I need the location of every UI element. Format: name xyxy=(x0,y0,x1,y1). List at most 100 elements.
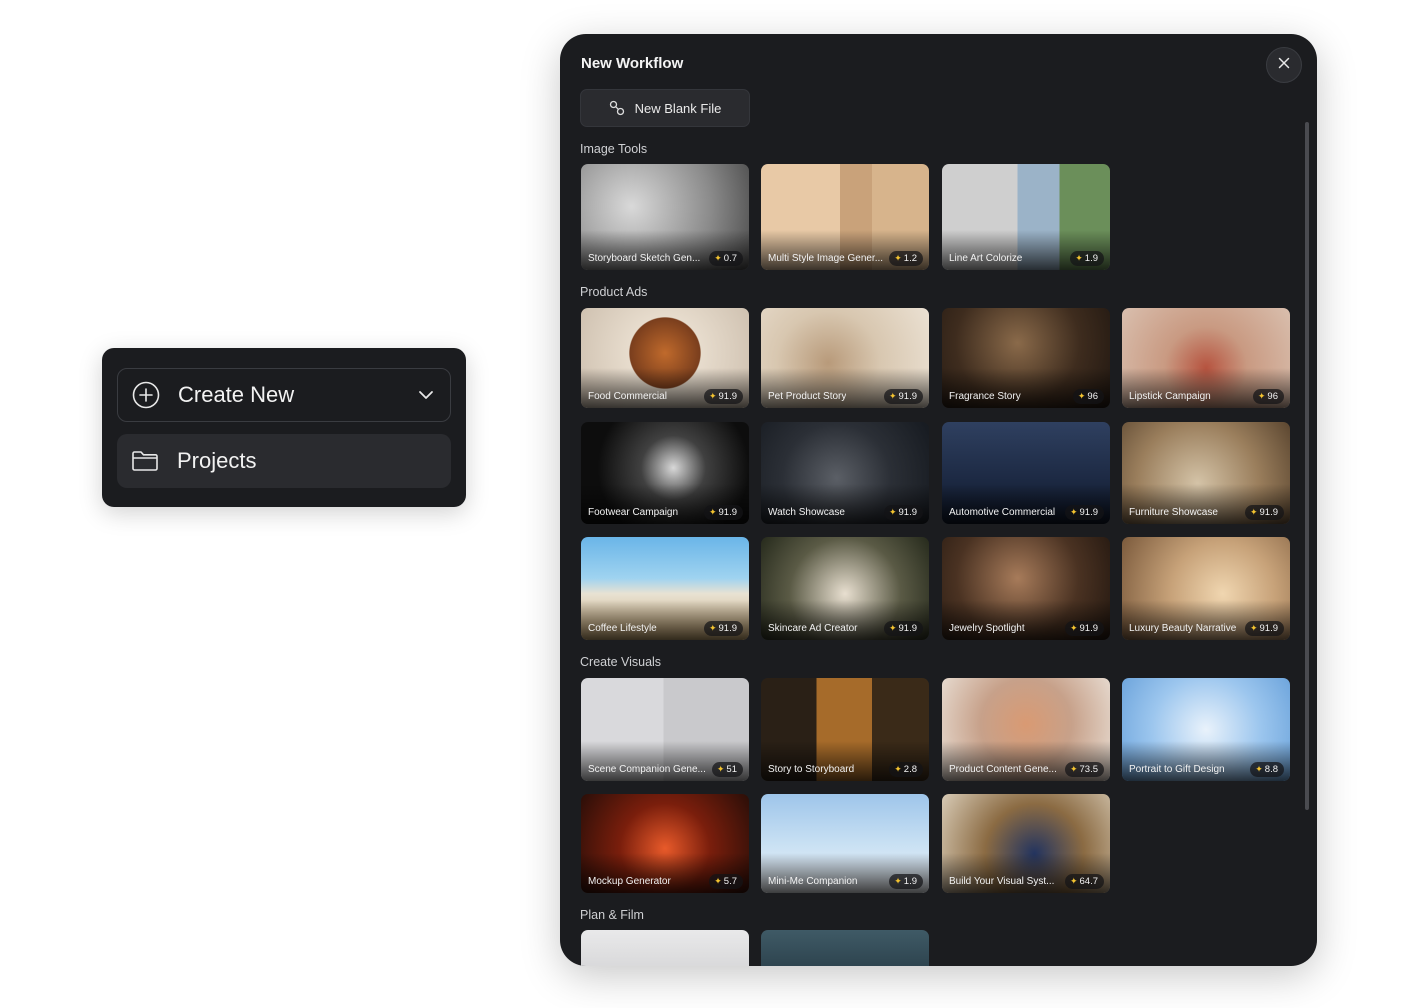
sparkle-icon: ✦ xyxy=(1075,253,1083,263)
sparkle-icon: ✦ xyxy=(714,253,722,263)
card-title: Mini-Me Companion xyxy=(768,876,858,887)
card-title: Furniture Showcase xyxy=(1129,507,1218,518)
card-score: ✦ 51 xyxy=(711,762,743,777)
section-plan-film: Plan & Film xyxy=(580,908,644,922)
sparkle-icon: ✦ xyxy=(894,253,902,263)
workflow-card[interactable]: Automotive Commercial ✦ 91.9 xyxy=(942,422,1110,524)
card-score: ✦ 64.7 xyxy=(1064,874,1104,889)
workflow-card[interactable]: Food Commercial ✦ 91.9 xyxy=(581,308,749,408)
sparkle-icon: ✦ xyxy=(888,507,897,517)
card-score: ✦ 0.7 xyxy=(709,251,743,266)
create-menu-card: Create New Projects xyxy=(102,348,466,507)
card-score: ✦ 91.9 xyxy=(703,389,743,404)
card-title: Lipstick Campaign xyxy=(1129,391,1211,402)
sparkle-icon: ✦ xyxy=(1249,623,1258,633)
section-create-visuals: Create Visuals xyxy=(580,655,662,669)
sparkle-icon: ✦ xyxy=(708,623,717,633)
sparkle-icon: ✦ xyxy=(1069,876,1078,886)
scrollbar[interactable] xyxy=(1305,122,1309,810)
sparkle-icon: ✦ xyxy=(708,391,717,401)
sparkle-icon: ✦ xyxy=(1069,507,1078,517)
card-score: ✦ 2.8 xyxy=(889,762,923,777)
close-icon xyxy=(1278,56,1290,74)
card-score: ✦ 91.9 xyxy=(1244,621,1284,636)
card-thumbnail xyxy=(761,930,929,966)
workflow-card[interactable]: Scene Companion Gene... ✦ 51 xyxy=(581,678,749,781)
card-title: Food Commercial xyxy=(588,391,667,402)
card-title: Portrait to Gift Design xyxy=(1129,764,1225,775)
sparkle-icon: ✦ xyxy=(888,391,897,401)
folder-icon xyxy=(131,447,159,475)
card-title: Luxury Beauty Narrative xyxy=(1129,623,1237,634)
card-title: Jewelry Spotlight xyxy=(949,623,1025,634)
sparkle-icon: ✦ xyxy=(716,764,725,774)
workflow-card[interactable]: Furniture Showcase ✦ 91.9 xyxy=(1122,422,1290,524)
workflow-card[interactable]: Fragrance Story ✦ 96 xyxy=(942,308,1110,408)
card-title: Footwear Campaign xyxy=(588,507,679,518)
workflow-card[interactable] xyxy=(761,930,929,966)
workflow-card[interactable]: Pet Product Story ✦ 91.9 xyxy=(761,308,929,408)
card-title: Coffee Lifestyle xyxy=(588,623,657,634)
close-button[interactable] xyxy=(1266,47,1302,83)
new-blank-file-label: New Blank File xyxy=(634,100,722,116)
workflow-card[interactable]: Skincare Ad Creator ✦ 91.9 xyxy=(761,537,929,640)
sparkle-icon: ✦ xyxy=(888,623,897,633)
card-title: Line Art Colorize xyxy=(949,253,1023,264)
projects-item[interactable]: Projects xyxy=(117,434,451,488)
sparkle-icon: ✦ xyxy=(894,764,902,774)
panel-title: New Workflow xyxy=(581,55,684,72)
workflow-card[interactable]: Portrait to Gift Design ✦ 8.8 xyxy=(1122,678,1290,781)
card-title: Fragrance Story xyxy=(949,391,1021,402)
new-blank-file-button[interactable]: New Blank File xyxy=(580,89,750,127)
card-score: ✦ 91.9 xyxy=(1064,505,1104,520)
card-score: ✦ 5.7 xyxy=(709,874,743,889)
workflow-card[interactable]: Footwear Campaign ✦ 91.9 xyxy=(581,422,749,524)
card-score: ✦ 91.9 xyxy=(883,389,923,404)
workflow-card[interactable]: Coffee Lifestyle ✦ 91.9 xyxy=(581,537,749,640)
sparkle-icon: ✦ xyxy=(1069,623,1078,633)
card-score: ✦ 73.5 xyxy=(1064,762,1104,777)
workflow-card[interactable]: Line Art Colorize ✦ 1.9 xyxy=(942,164,1110,270)
workflow-card[interactable]: Product Content Gene... ✦ 73.5 xyxy=(942,678,1110,781)
workflow-card[interactable]: Mockup Generator ✦ 5.7 xyxy=(581,794,749,893)
chevron-down-icon xyxy=(416,385,436,405)
card-score: ✦ 91.9 xyxy=(883,621,923,636)
card-score: ✦ 91.9 xyxy=(1244,505,1284,520)
sparkle-icon: ✦ xyxy=(1069,764,1078,774)
sparkle-icon: ✦ xyxy=(1249,507,1258,517)
card-thumbnail xyxy=(581,930,749,966)
create-new-dropdown[interactable]: Create New xyxy=(117,368,451,422)
workflow-card[interactable]: Story to Storyboard ✦ 2.8 xyxy=(761,678,929,781)
sparkle-icon: ✦ xyxy=(714,876,722,886)
card-score: ✦ 91.9 xyxy=(883,505,923,520)
card-score: ✦ 96 xyxy=(1072,389,1104,404)
workflow-card[interactable]: Lipstick Campaign ✦ 96 xyxy=(1122,308,1290,408)
workflow-card[interactable] xyxy=(581,930,749,966)
workflow-card[interactable]: Multi Style Image Gener... ✦ 1.2 xyxy=(761,164,929,270)
workflow-card[interactable]: Build Your Visual Syst... ✦ 64.7 xyxy=(942,794,1110,893)
card-title: Multi Style Image Gener... xyxy=(768,253,884,264)
workflow-card[interactable]: Mini-Me Companion ✦ 1.9 xyxy=(761,794,929,893)
card-score: ✦ 96 xyxy=(1252,389,1284,404)
card-score: ✦ 8.8 xyxy=(1250,762,1284,777)
card-title: Skincare Ad Creator xyxy=(768,623,858,634)
card-title: Product Content Gene... xyxy=(949,764,1057,775)
sparkle-icon: ✦ xyxy=(1255,764,1263,774)
card-score: ✦ 1.9 xyxy=(889,874,923,889)
workflow-card[interactable]: Watch Showcase ✦ 91.9 xyxy=(761,422,929,524)
card-title: Scene Companion Gene... xyxy=(588,764,706,775)
create-new-label: Create New xyxy=(178,382,295,407)
projects-label: Projects xyxy=(177,448,257,473)
link-nodes-icon xyxy=(609,100,625,116)
card-score: ✦ 91.9 xyxy=(703,621,743,636)
sparkle-icon: ✦ xyxy=(708,507,717,517)
card-title: Watch Showcase xyxy=(768,507,845,518)
plus-circle-icon xyxy=(132,381,160,409)
workflow-card[interactable]: Jewelry Spotlight ✦ 91.9 xyxy=(942,537,1110,640)
workflow-card[interactable]: Storyboard Sketch Gen... ✦ 0.7 xyxy=(581,164,749,270)
workflow-card[interactable]: Luxury Beauty Narrative ✦ 91.9 xyxy=(1122,537,1290,640)
sparkle-icon: ✦ xyxy=(894,876,902,886)
new-workflow-panel: New Workflow New Blank File Image Tools … xyxy=(560,34,1317,966)
sparkle-icon: ✦ xyxy=(1257,391,1266,401)
card-score: ✦ 91.9 xyxy=(703,505,743,520)
